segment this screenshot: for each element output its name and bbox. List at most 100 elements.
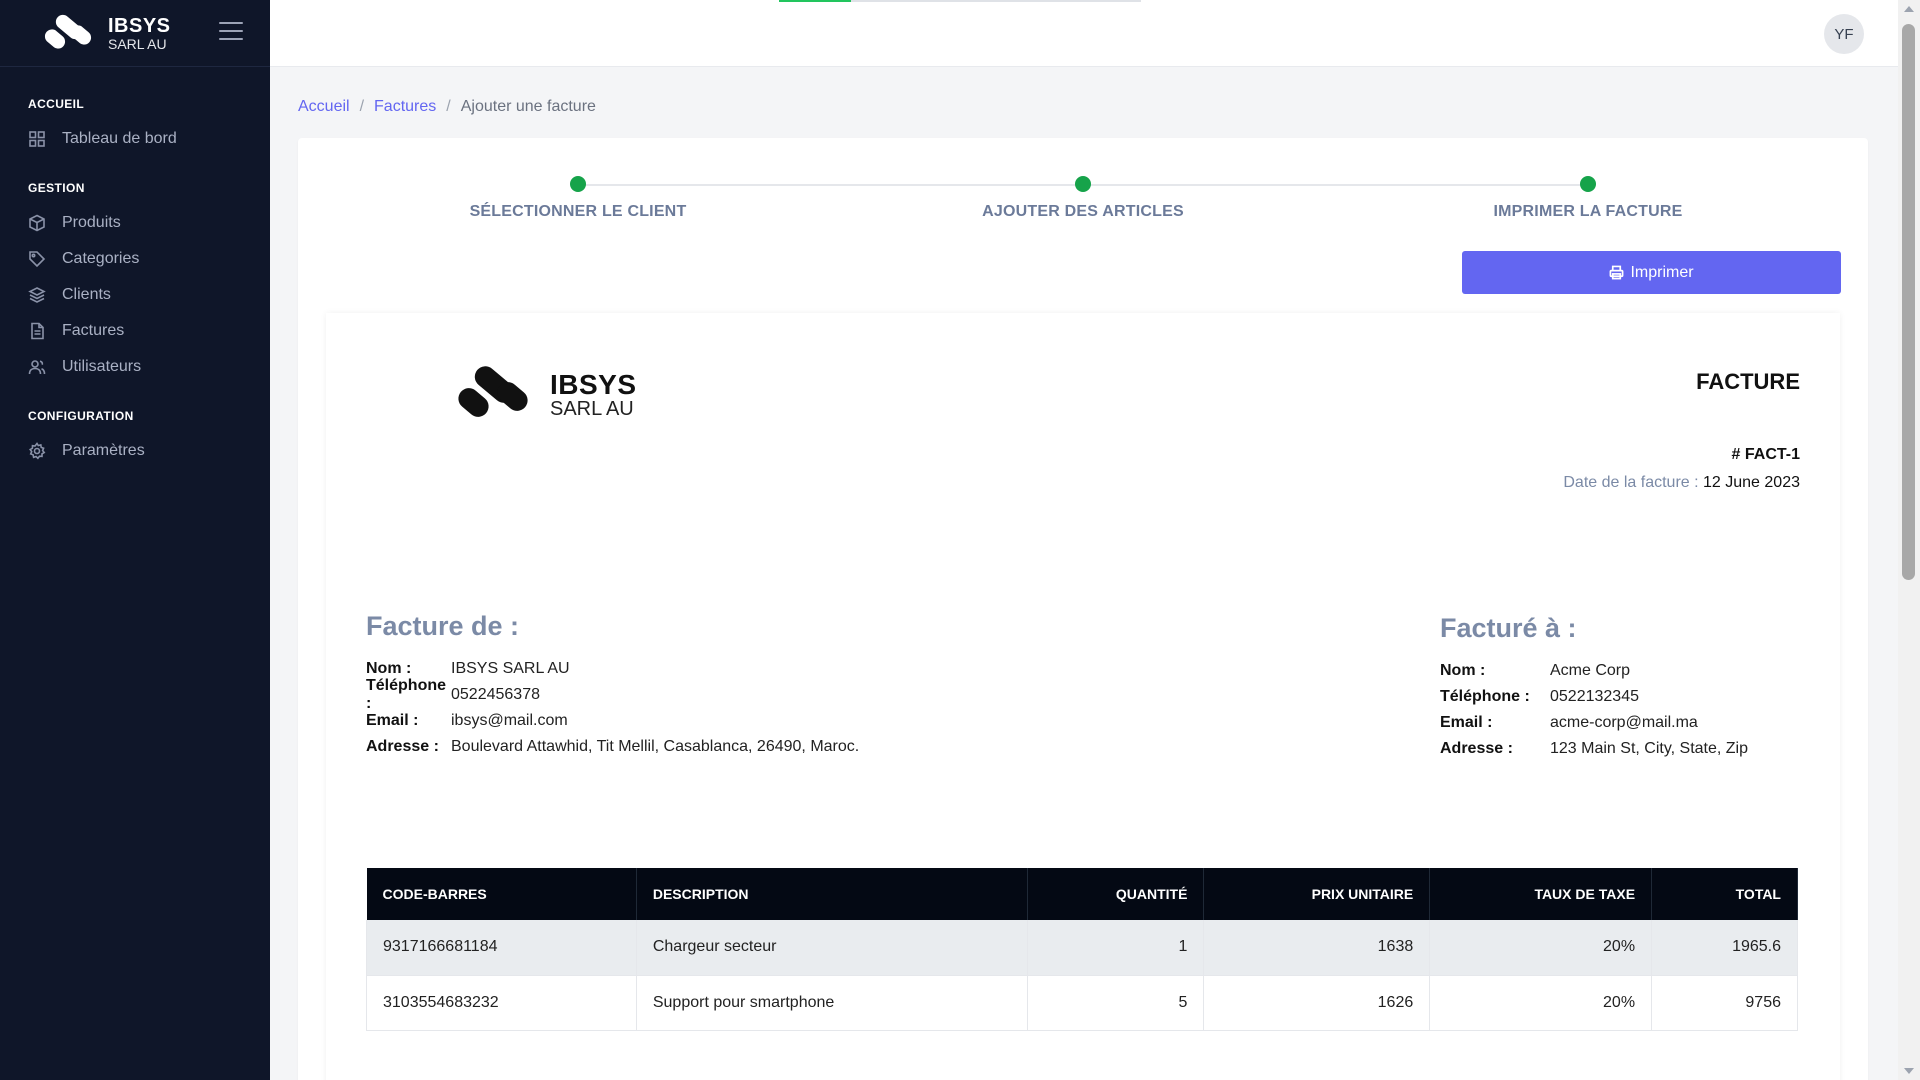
invoice-from: Facture de : Nom : IBSYS SARL AU Téléphon… xyxy=(366,611,859,760)
sidebar-item-label: Categories xyxy=(62,250,140,267)
invoice-date-value: 12 June 2023 xyxy=(1703,474,1800,491)
users-icon xyxy=(28,360,46,375)
stepper: SÉLECTIONNER LE CLIENT AJOUTER DES ARTIC… xyxy=(298,138,1868,238)
step-done-dot xyxy=(1580,176,1596,192)
to-row-phone: Téléphone : 0522132345 xyxy=(1440,684,1748,710)
step-label: SÉLECTIONNER LE CLIENT xyxy=(469,203,687,220)
sidebar-item-parametres[interactable]: Paramètres xyxy=(0,433,270,469)
sidebar-item-factures[interactable]: Factures xyxy=(0,313,270,349)
invoice-items-table: CODE-BARRES DESCRIPTION QUANTITÉ PRIX UN… xyxy=(366,868,1798,1031)
breadcrumb-factures-link[interactable]: Factures xyxy=(374,98,436,116)
sidebar-section-title: GESTION xyxy=(28,181,85,195)
invoice-to: Facturé à : Nom : Acme Corp Téléphone : 05… xyxy=(1440,613,1748,762)
brand-logo[interactable]: IBSYS SARL AU xyxy=(40,14,171,54)
file-icon xyxy=(31,322,44,340)
sidebar-section-title: CONFIGURATION xyxy=(28,409,134,423)
scroll-up-arrow-icon[interactable] xyxy=(1904,6,1914,12)
field-label: Nom : xyxy=(366,660,412,677)
printer-icon xyxy=(1610,265,1624,280)
invoice-brand-sub: SARL AU xyxy=(550,398,634,421)
sidebar-item-label: Paramètres xyxy=(62,442,145,459)
invoice-logo: IBSYS SARL AU xyxy=(450,365,637,425)
brand-mark-icon xyxy=(44,14,92,49)
column-header: TOTAL xyxy=(1651,868,1798,920)
field-value: Boulevard Attawhid, Tit Mellil, Casablan… xyxy=(451,738,860,755)
invoice-title: FACTURE xyxy=(1696,369,1800,394)
brand-name: IBSYS xyxy=(108,15,171,38)
to-row-email: Email : acme-corp@mail.ma xyxy=(1440,710,1748,736)
field-value: acme-corp@mail.ma xyxy=(1550,714,1698,731)
field-label: Téléphone : xyxy=(1440,688,1530,705)
table-cell: 5 xyxy=(1027,975,1205,1031)
sidebar-item-clients[interactable]: Clients xyxy=(0,277,270,313)
page-scrollbar[interactable] xyxy=(1898,0,1920,1080)
column-header: PRIX UNITAIRE xyxy=(1203,868,1431,920)
invoice-date: Date de la facture : 12 June 2023 xyxy=(1563,474,1800,492)
field-value: IBSYS SARL AU xyxy=(451,660,570,677)
layers-icon xyxy=(28,287,46,303)
sidebar-item-label: Tableau de bord xyxy=(62,130,177,147)
field-label: Téléphone : xyxy=(366,677,447,712)
sidebar-item-utilisateurs[interactable]: Utilisateurs xyxy=(0,349,270,385)
sidebar-section-accueil: ACCUEIL Tableau de bord xyxy=(0,97,270,157)
step-done-dot xyxy=(570,176,586,192)
menu-toggle-icon[interactable] xyxy=(219,22,243,42)
table-cell: Support pour smartphone xyxy=(636,975,1028,1031)
invoice-number: # FACT-1 xyxy=(1731,446,1800,463)
box-icon xyxy=(29,214,45,232)
invoice-from-heading: Facture de : xyxy=(366,611,520,641)
print-button-label: Imprimer xyxy=(1630,263,1694,281)
field-label: Email : xyxy=(1440,714,1493,731)
sidebar-item-produits[interactable]: Produits xyxy=(0,205,270,241)
column-header: DESCRIPTION xyxy=(636,868,1028,920)
table-cell: 20% xyxy=(1429,975,1653,1031)
breadcrumb-separator: / xyxy=(359,98,365,115)
avatar[interactable]: YF xyxy=(1824,14,1864,54)
brand-mark-icon xyxy=(458,366,528,417)
step-label: IMPRIMER LA FACTURE xyxy=(1493,203,1683,220)
field-label: Adresse : xyxy=(1440,740,1513,757)
topbar: YF xyxy=(270,0,1898,67)
sidebar-item-tableau-de-bord[interactable]: Tableau de bord xyxy=(0,121,270,157)
breadcrumb: Accueil / Factures / Ajouter une facture xyxy=(298,98,596,116)
breadcrumb-separator: / xyxy=(446,98,451,115)
table-cell: 20% xyxy=(1429,920,1653,976)
invoice-card: SÉLECTIONNER LE CLIENT AJOUTER DES ARTIC… xyxy=(298,138,1868,1080)
sidebar-item-label: Utilisateurs xyxy=(62,358,142,375)
breadcrumb-home-link[interactable]: Accueil xyxy=(298,98,350,116)
sidebar-item-categories[interactable]: Categories xyxy=(0,241,270,277)
print-button[interactable]: Imprimer xyxy=(1462,251,1841,294)
invoice-brand-name: IBSYS xyxy=(550,368,637,400)
to-row-address: Adresse : 123 Main St, City, State, Zip xyxy=(1440,736,1748,762)
grid-icon xyxy=(29,131,45,147)
field-value: 0522456378 xyxy=(451,686,540,703)
gear-icon xyxy=(29,442,46,460)
step-done-dot xyxy=(1075,176,1091,192)
progress-fill xyxy=(779,0,852,2)
step-add-articles[interactable]: AJOUTER DES ARTICLES xyxy=(933,176,1233,221)
table-cell: 3103554683232 xyxy=(366,975,637,1031)
step-label: AJOUTER DES ARTICLES xyxy=(982,203,1184,220)
table-cell: 1 xyxy=(1027,920,1205,976)
scroll-down-arrow-icon[interactable] xyxy=(1904,1068,1914,1074)
table-cell: 1626 xyxy=(1203,975,1431,1031)
sidebar-section-configuration: CONFIGURATION Paramètres xyxy=(0,409,270,469)
field-value: 123 Main St, City, State, Zip xyxy=(1550,740,1749,757)
field-value: Acme Corp xyxy=(1550,662,1631,679)
table-cell: 9317166681184 xyxy=(366,920,637,976)
scrollbar-thumb[interactable] xyxy=(1902,24,1915,580)
sidebar-section-title: ACCUEIL xyxy=(28,97,85,111)
step-select-client[interactable]: SÉLECTIONNER LE CLIENT xyxy=(428,176,728,221)
sidebar: IBSYS SARL AU ACCUEIL Tableau de bord GE… xyxy=(0,0,270,1080)
column-header: CODE-BARRES xyxy=(366,868,637,920)
sidebar-item-label: Clients xyxy=(62,286,111,303)
brand-sub: SARL AU xyxy=(108,36,167,53)
from-row-address: Adresse : Boulevard Attawhid, Tit Mellil,… xyxy=(366,734,859,760)
table-row: 9317166681184 Chargeur secteur 1 1638 20… xyxy=(366,920,1798,976)
invoice-to-heading: Facturé à : xyxy=(1440,613,1577,643)
loading-progress-bar xyxy=(779,0,1141,2)
field-label: Adresse : xyxy=(366,738,439,755)
from-row-email: Email : ibsys@mail.com xyxy=(366,708,859,734)
invoice-date-label: Date de la facture : xyxy=(1563,474,1699,491)
step-print-invoice[interactable]: IMPRIMER LA FACTURE xyxy=(1438,176,1738,221)
